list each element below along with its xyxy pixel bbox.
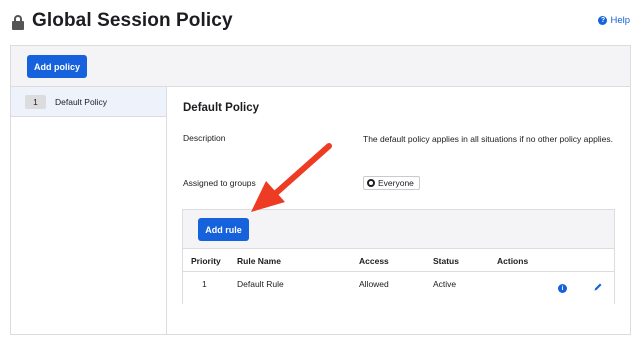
group-icon (367, 179, 375, 187)
page-header: Global Session Policy (12, 8, 233, 34)
rule-priority: 1 (202, 279, 207, 289)
column-header-status: Status (433, 256, 459, 266)
info-icon[interactable]: i (558, 284, 567, 293)
policy-sidebar: 1 Default Policy (11, 87, 167, 334)
table-row: 1 Default Rule Allowed Active i (183, 272, 614, 304)
column-header-access: Access (359, 256, 389, 266)
rule-name: Default Rule (237, 279, 284, 289)
column-header-rule-name: Rule Name (237, 256, 281, 266)
policy-title: Default Policy (183, 102, 260, 114)
rule-status: Active (433, 279, 457, 289)
add-policy-button[interactable]: Add policy (27, 55, 87, 78)
rules-section: Add rule Priority Rule Name Access Statu… (182, 209, 615, 304)
add-rule-button[interactable]: Add rule (198, 218, 249, 241)
table-header: Priority Rule Name Access Status Actions (183, 249, 614, 272)
sidebar-item-default-policy[interactable]: 1 Default Policy (11, 87, 166, 117)
policy-priority-badge: 1 (25, 94, 46, 109)
assigned-groups-label: Assigned to groups (183, 178, 256, 188)
lock-icon (12, 14, 24, 30)
sidebar-item-label: Default Policy (55, 96, 107, 107)
help-link[interactable]: ? Help (598, 15, 630, 26)
rules-table: Priority Rule Name Access Status Actions… (183, 248, 614, 304)
help-label: Help (610, 15, 630, 26)
column-header-priority: Priority (191, 256, 221, 266)
help-icon: ? (598, 16, 608, 25)
group-chip-everyone: Everyone (363, 176, 420, 190)
policy-details: Default Policy Description The default p… (181, 87, 621, 334)
description-label: Description (183, 133, 226, 143)
rule-access: Allowed (359, 279, 389, 289)
column-header-actions: Actions (497, 256, 529, 266)
page-title: Global Session Policy (32, 10, 233, 31)
description-value: The default policy applies in all situat… (363, 134, 613, 144)
group-name: Everyone (378, 178, 414, 188)
policy-panel: Add policy 1 Default Policy Default Poli… (10, 45, 631, 335)
toolbar: Add policy (11, 46, 630, 87)
pencil-icon[interactable] (593, 282, 603, 292)
